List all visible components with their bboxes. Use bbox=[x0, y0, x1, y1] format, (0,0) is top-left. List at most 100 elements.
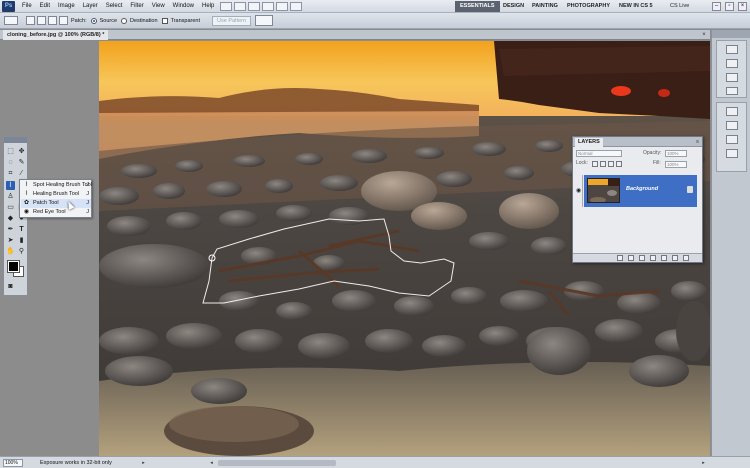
photoshop-logo: Ps bbox=[2, 0, 15, 12]
foreground-color-swatch[interactable] bbox=[8, 261, 19, 272]
panel-menu-icon[interactable]: ≡ bbox=[696, 139, 699, 145]
arrange-documents-button[interactable] bbox=[276, 1, 289, 11]
link-layers-icon[interactable] bbox=[617, 255, 623, 261]
trash-icon[interactable] bbox=[683, 255, 689, 261]
bridge-button[interactable] bbox=[220, 1, 233, 11]
lock-position-icon[interactable] bbox=[608, 161, 614, 167]
zoom-field[interactable]: 100% bbox=[3, 459, 23, 467]
close-icon[interactable]: × bbox=[738, 2, 747, 11]
source-radio[interactable] bbox=[90, 17, 97, 24]
menu-filter[interactable]: Filter bbox=[126, 0, 147, 13]
menu-file[interactable]: File bbox=[18, 0, 36, 13]
quick-selection-tool-icon[interactable]: ✎ bbox=[17, 158, 26, 167]
transparent-checkbox[interactable] bbox=[161, 17, 168, 24]
horizontal-scrollbar[interactable] bbox=[218, 460, 336, 466]
extras-button[interactable] bbox=[248, 1, 261, 11]
flyout-item-healing-brush[interactable]: ⌇ Healing Brush Tool J bbox=[21, 190, 91, 199]
layer-row-background[interactable]: Background bbox=[584, 175, 697, 207]
minibridge-button[interactable] bbox=[234, 1, 247, 11]
layers-tab[interactable]: LAYERS bbox=[575, 138, 603, 147]
pen-tool-icon[interactable]: ✒ bbox=[6, 225, 15, 234]
color-panel-icon[interactable] bbox=[726, 45, 738, 54]
shape-tool-icon[interactable]: ▮ bbox=[17, 236, 26, 245]
layers-panel-icon[interactable] bbox=[726, 107, 738, 116]
menu-edit[interactable]: Edit bbox=[36, 0, 54, 13]
dock-group-color bbox=[716, 40, 747, 98]
lock-all-icon[interactable] bbox=[616, 161, 622, 167]
intersect-selection-icon[interactable] bbox=[59, 16, 68, 25]
flyout-item-label: Spot Healing Brush Tool bbox=[33, 182, 92, 188]
flyout-item-patch-tool[interactable]: ✿ Patch Tool J bbox=[21, 199, 91, 208]
adjustment-layer-icon[interactable] bbox=[650, 255, 656, 261]
lasso-tool-icon[interactable]: ◌ bbox=[6, 158, 15, 167]
fill-field[interactable]: 100% bbox=[665, 161, 687, 168]
healing-tool-icon[interactable]: ⌇ bbox=[6, 181, 15, 190]
zoom-tool-icon[interactable]: ⚲ bbox=[17, 247, 26, 256]
new-selection-icon[interactable] bbox=[26, 16, 35, 25]
tools-panel-header[interactable] bbox=[4, 137, 27, 143]
type-tool-icon[interactable]: T bbox=[17, 225, 26, 234]
scroll-left-icon[interactable]: ◂ bbox=[208, 459, 215, 467]
new-group-icon[interactable] bbox=[661, 255, 667, 261]
document-tab[interactable]: cloning_before.jpg @ 100% (RGB/8) * bbox=[3, 30, 109, 40]
styles-panel-icon[interactable] bbox=[726, 73, 738, 82]
subtract-selection-icon[interactable] bbox=[48, 16, 57, 25]
move-tool-icon[interactable]: ✥ bbox=[17, 147, 26, 156]
tool-preset-picker[interactable] bbox=[4, 16, 18, 25]
blur-tool-icon[interactable]: ◆ bbox=[6, 214, 15, 223]
layer-visibility-toggle[interactable]: ◉ bbox=[574, 175, 583, 207]
maximize-icon[interactable]: ▫ bbox=[725, 2, 734, 11]
channels-panel-icon[interactable] bbox=[726, 121, 738, 130]
zoom-level-button[interactable] bbox=[262, 1, 275, 11]
marquee-tool-icon[interactable]: ⬚ bbox=[6, 147, 15, 156]
use-pattern-button[interactable]: Use Pattern bbox=[212, 15, 252, 26]
flyout-item-spot-healing[interactable]: ⌇ Spot Healing Brush Tool J bbox=[21, 181, 92, 190]
menu-select[interactable]: Select bbox=[102, 0, 127, 13]
minimize-icon[interactable]: – bbox=[712, 2, 721, 11]
workspace-photography[interactable]: PHOTOGRAPHY bbox=[562, 1, 615, 12]
cs-live-button[interactable]: CS Live bbox=[670, 1, 689, 12]
eraser-tool-icon[interactable]: ▭ bbox=[6, 203, 15, 212]
adjustments-panel-icon[interactable] bbox=[726, 87, 738, 95]
menu-help[interactable]: Help bbox=[198, 0, 218, 13]
crop-tool-icon[interactable]: ⌗ bbox=[6, 169, 15, 178]
layer-mask-icon[interactable] bbox=[639, 255, 645, 261]
dock-collapse-bar[interactable] bbox=[712, 30, 750, 38]
screen-mode-button[interactable] bbox=[290, 1, 303, 11]
layer-name: Background bbox=[626, 186, 659, 192]
menu-layer[interactable]: Layer bbox=[79, 0, 102, 13]
new-layer-icon[interactable] bbox=[672, 255, 678, 261]
blend-mode-select[interactable]: Normal bbox=[576, 150, 622, 157]
photoshop-window: Ps File Edit Image Layer Select Filter V… bbox=[0, 0, 750, 468]
paths-panel-icon[interactable] bbox=[726, 135, 738, 144]
lock-transparent-icon[interactable] bbox=[592, 161, 598, 167]
workspace-design[interactable]: DESIGN bbox=[498, 1, 529, 12]
swatches-panel-icon[interactable] bbox=[726, 59, 738, 68]
opacity-field[interactable]: 100% bbox=[665, 150, 687, 157]
layers-panel: LAYERS ≡ Normal Opacity: 100% Lock: Fill… bbox=[572, 136, 703, 263]
lock-pixels-icon[interactable] bbox=[600, 161, 606, 167]
layer-thumbnail-image bbox=[588, 179, 619, 202]
workspace-painting[interactable]: PAINTING bbox=[527, 1, 563, 12]
destination-radio[interactable] bbox=[121, 17, 128, 24]
menu-window[interactable]: Window bbox=[169, 0, 198, 13]
hand-tool-icon[interactable]: ✋ bbox=[6, 247, 15, 256]
menu-view[interactable]: View bbox=[148, 0, 169, 13]
eyedropper-tool-icon[interactable]: ⁄ bbox=[17, 169, 26, 178]
quick-mask-icon[interactable]: ◙ bbox=[6, 282, 15, 291]
path-selection-tool-icon[interactable]: ➤ bbox=[6, 236, 15, 245]
layer-style-icon[interactable] bbox=[628, 255, 634, 261]
clone-stamp-tool-icon[interactable]: ♙ bbox=[6, 192, 15, 201]
pattern-swatch[interactable] bbox=[255, 15, 274, 26]
menu-image[interactable]: Image bbox=[54, 0, 79, 13]
scroll-right-icon[interactable]: ▸ bbox=[700, 459, 707, 467]
add-selection-icon[interactable] bbox=[37, 16, 46, 25]
workspace-essentials[interactable]: ESSENTIALS bbox=[455, 1, 500, 12]
status-menu-arrow-icon[interactable]: ▸ bbox=[140, 459, 147, 467]
flyout-item-red-eye[interactable]: ◉ Red Eye Tool J bbox=[21, 208, 91, 217]
close-tab-icon[interactable]: × bbox=[700, 31, 708, 39]
workspace-new-in-cs5[interactable]: NEW IN CS 5 bbox=[614, 1, 658, 12]
flyout-item-label: Patch Tool bbox=[33, 200, 59, 206]
destination-label: Destination bbox=[130, 17, 158, 24]
history-panel-icon[interactable] bbox=[726, 149, 738, 158]
